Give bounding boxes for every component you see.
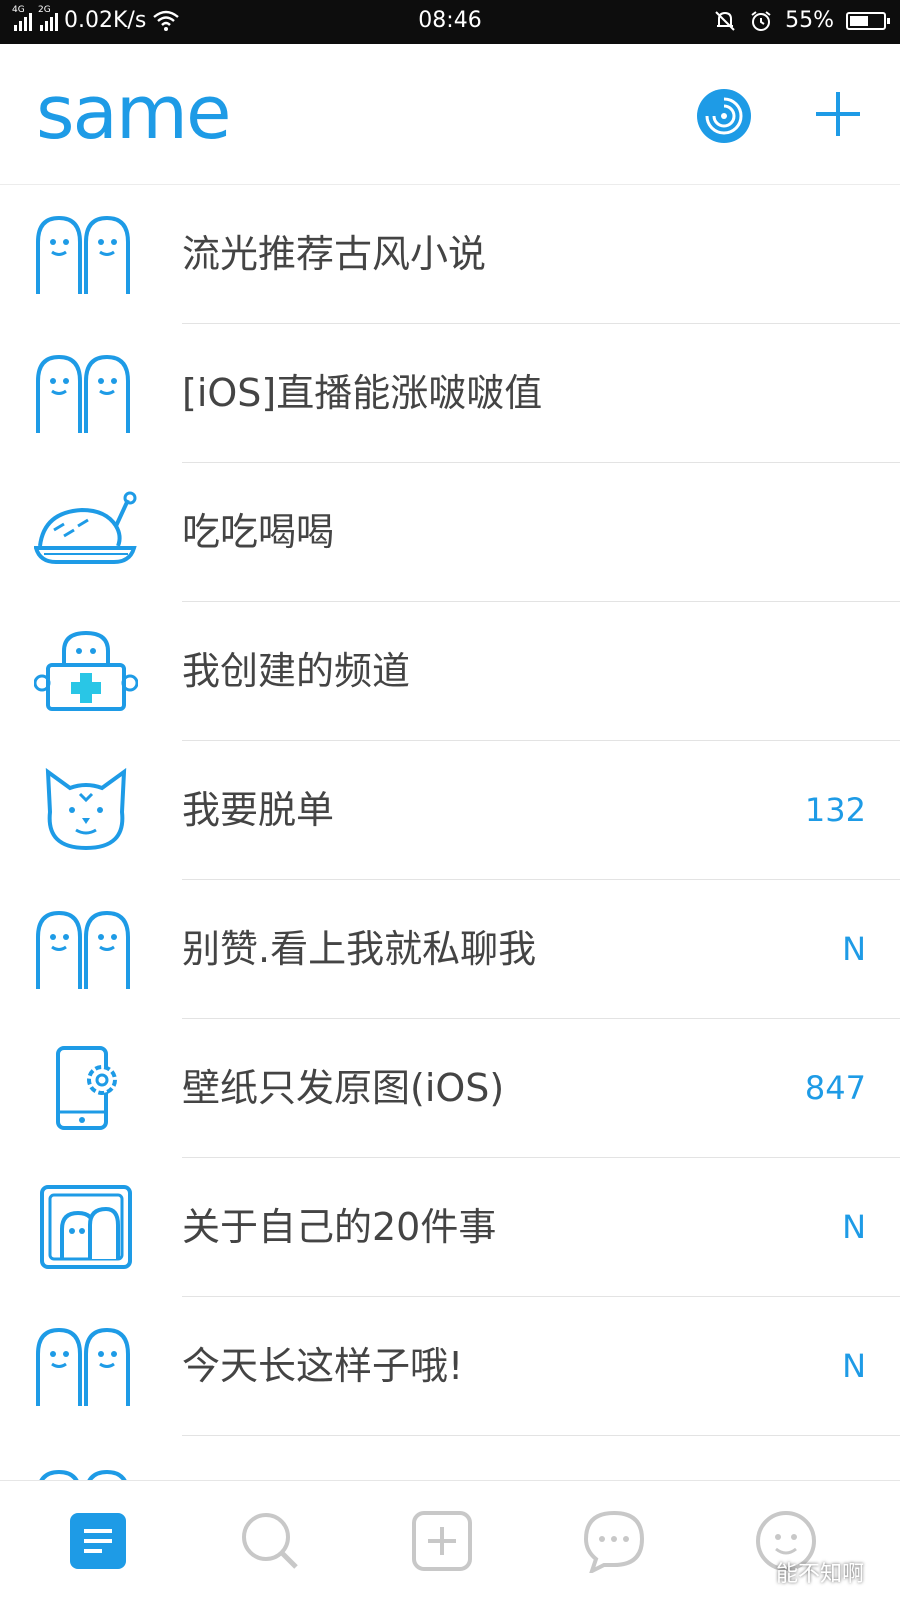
battery-fill	[850, 15, 868, 26]
app-logo: same	[36, 70, 232, 156]
channel-count: 132	[804, 791, 866, 829]
channel-row[interactable]: 壁纸只发原图(iOS) 847	[0, 1019, 900, 1158]
ghost-pair-icon	[36, 910, 130, 989]
channel-row[interactable]: 我要脱单 132	[0, 741, 900, 880]
channel-name: 我创建的频道	[182, 649, 411, 693]
channel-row[interactable]: 今天长这样子哦! N	[0, 1297, 900, 1436]
wechat-icon	[744, 1562, 770, 1582]
channel-name: 吃吃喝喝	[182, 510, 335, 554]
ghost-medkit-icon	[34, 630, 138, 711]
channel-name: 关于自己的20件事	[182, 1205, 497, 1249]
channel-count: 847	[804, 1069, 866, 1107]
list-icon[interactable]	[66, 1509, 130, 1573]
battery-percent: 55%	[785, 8, 834, 33]
channel-row[interactable]: 别赞.看上我就私聊我 N	[0, 880, 900, 1019]
ghost-pair-icon	[36, 354, 130, 433]
roast-chicken-icon	[34, 491, 137, 564]
channel-row[interactable]: 吃吃喝喝	[0, 463, 900, 602]
bell-muted-icon	[715, 10, 735, 31]
chat-bubble-icon[interactable]	[582, 1509, 646, 1573]
disc-icon[interactable]	[696, 88, 752, 144]
channel-row[interactable]: 我创建的频道	[0, 602, 900, 741]
channel-name: 我要脱单	[182, 788, 335, 832]
status-bar: 4G 2G 0.02K/s 08:46 55%	[0, 0, 900, 44]
cat-face-icon	[45, 768, 127, 851]
alarm-icon	[751, 10, 771, 31]
channel-name: 壁纸只发原图(iOS)	[182, 1066, 505, 1110]
channel-row[interactable]: [iOS]直播能涨啵啵值	[0, 324, 900, 463]
search-icon[interactable]	[238, 1509, 302, 1573]
status-right: 55%	[713, 8, 890, 33]
phone-settings-icon	[56, 1046, 117, 1130]
channel-count: N	[842, 930, 866, 968]
watermark-text: 能不知啊	[776, 1562, 865, 1587]
channel-row[interactable]: 关于自己的20件事 N	[0, 1158, 900, 1297]
channel-name: 别赞.看上我就私聊我	[182, 927, 537, 971]
framed-ghost-icon	[40, 1185, 132, 1269]
ghost-pair-icon	[36, 1327, 130, 1406]
ghost-pair-icon	[36, 215, 130, 294]
channel-count: N	[842, 1208, 866, 1246]
app-header: same	[0, 44, 900, 185]
channel-list: 流光推荐古风小说 [iOS]直播能涨啵啵值 吃吃喝喝 我创建的频道 我要脱单 1…	[0, 185, 900, 1496]
plus-icon[interactable]	[810, 86, 866, 142]
channel-count: N	[842, 1347, 866, 1385]
add-square-icon[interactable]	[410, 1509, 474, 1573]
battery-icon	[846, 11, 890, 30]
channel-name: [iOS]直播能涨啵啵值	[182, 371, 543, 415]
channel-row[interactable]: 流光推荐古风小说	[0, 185, 900, 324]
channel-name: 今天长这样子哦!	[182, 1344, 464, 1388]
channel-name: 流光推荐古风小说	[182, 232, 487, 276]
watermark: 能不知啊	[744, 1556, 864, 1588]
